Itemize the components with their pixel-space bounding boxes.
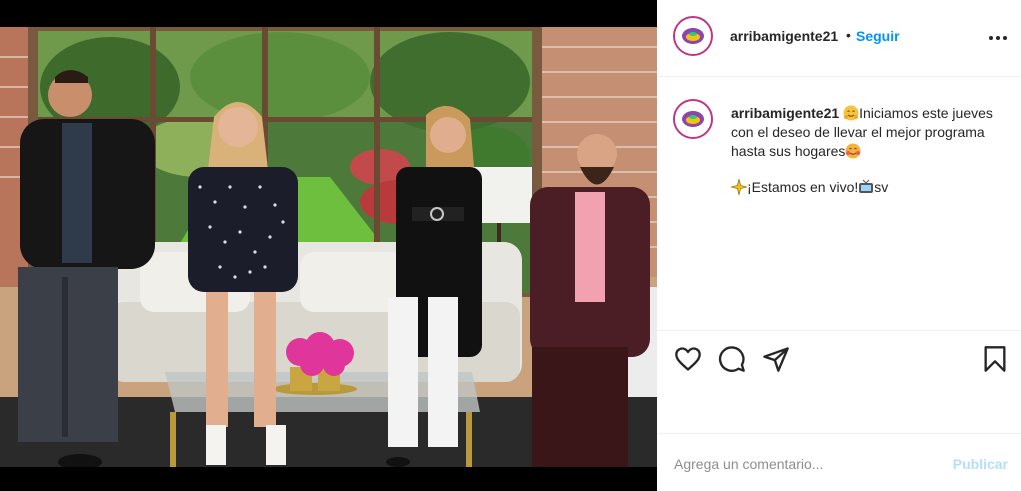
smiling-face-with-hearts-emoji [845, 143, 861, 159]
post-photo[interactable] [0, 27, 657, 467]
instagram-post-modal: arribamigente21 • Seguir arribamigente21 [0, 0, 1021, 491]
caption-live-text: ¡Estamos en vivo! [747, 179, 859, 195]
hugging-face-emoji [843, 105, 859, 121]
more-horizontal-icon[interactable] [989, 27, 1007, 47]
publish-button[interactable]: Publicar [953, 456, 1008, 472]
follow-button[interactable]: Seguir [856, 28, 900, 44]
caption-line-2: ¡Estamos en vivo! sv [731, 179, 888, 195]
caption-text: arribamigente21 Iniciamos este jueves co… [731, 104, 1001, 161]
tv-emoji [859, 179, 874, 193]
post-actions-bar [657, 331, 1021, 383]
add-comment-bar: Publicar [657, 433, 1021, 491]
comment-input[interactable] [674, 454, 934, 474]
username-link[interactable]: arribamigente21 [730, 28, 838, 44]
avatar[interactable] [673, 16, 713, 56]
share-icon[interactable] [762, 345, 790, 373]
post-header: arribamigente21 • Seguir [657, 0, 1021, 77]
post-side-panel: arribamigente21 • Seguir arribamigente21 [657, 0, 1021, 491]
post-caption: arribamigente21 Iniciamos este jueves co… [657, 77, 1021, 331]
caption-suffix: sv [874, 179, 889, 195]
caption-avatar[interactable] [673, 99, 713, 139]
post-media-area [0, 0, 657, 491]
caption-username-link[interactable]: arribamigente21 [731, 105, 839, 121]
comment-icon[interactable] [718, 345, 746, 373]
bookmark-icon[interactable] [981, 345, 1009, 373]
heart-icon[interactable] [674, 345, 702, 373]
separator-dot: • [846, 27, 851, 43]
sparkle-emoji [731, 179, 747, 195]
